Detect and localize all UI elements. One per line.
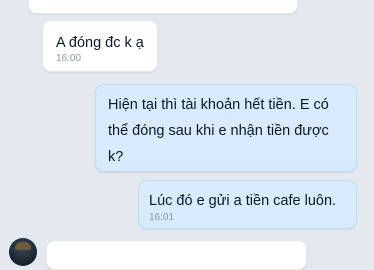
message-bubble-incoming[interactable]: A đóng đc k ạ 16:00 — [42, 20, 158, 72]
message-bubble-incoming[interactable] — [28, 0, 298, 14]
avatar-image — [15, 242, 31, 250]
chat-thread: A đóng đc k ạ 16:00 Hiện tại thì tài kho… — [0, 0, 374, 270]
avatar[interactable] — [9, 238, 37, 266]
message-bubble-outgoing[interactable]: Hiện tại thì tài khoản hết tiền. E có th… — [95, 84, 357, 172]
message-bubble-incoming[interactable] — [46, 240, 307, 270]
message-text: Lúc đó e gửi a tiền cafe luôn. — [149, 193, 337, 209]
message-bubble-outgoing[interactable]: Lúc đó e gửi a tiền cafe luôn. 16:01 — [138, 180, 357, 229]
message-text: Hiện tại thì tài khoản hết tiền. E có th… — [108, 97, 329, 165]
